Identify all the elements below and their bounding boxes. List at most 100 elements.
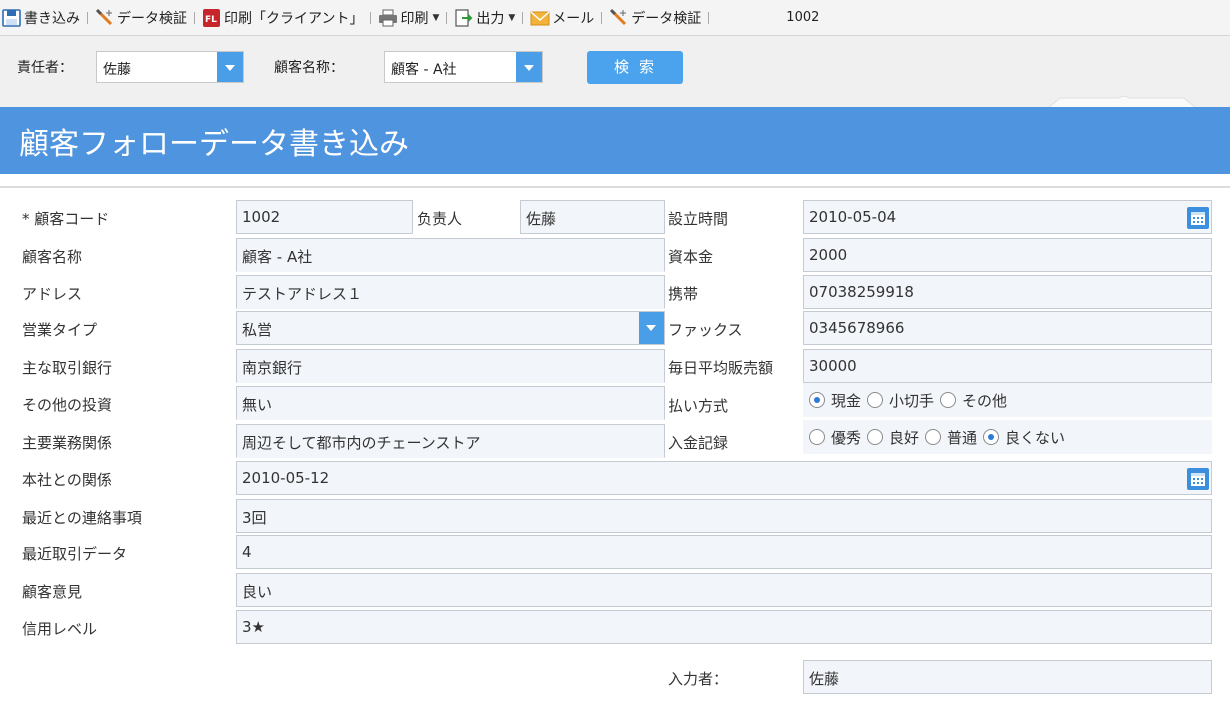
customer-name-field[interactable]: 顧客 - A社 [236, 238, 665, 272]
toolbar-print-button[interactable]: 印刷 ▼ [378, 0, 439, 36]
payment-label: 払い方式 [668, 397, 729, 415]
established-date-field[interactable]: 2010-05-04 [803, 200, 1212, 234]
payment-option-label: 現金 [831, 391, 862, 410]
established-value: 2010-05-04 [809, 208, 897, 226]
validate-icon [95, 8, 115, 28]
save-icon [2, 8, 22, 28]
business-type-select[interactable]: 私営 [236, 311, 665, 345]
toolbar-separator [522, 11, 524, 24]
credit-field[interactable]: 3★ [236, 610, 1212, 644]
customer-name-value: 顧客 - A社 [242, 248, 313, 266]
customer-code-field[interactable]: 1002 [236, 200, 413, 234]
deposit-radio-bad[interactable] [983, 429, 1000, 445]
payment-radio-check[interactable] [867, 392, 884, 408]
toolbar-validate-label: データ検証 [117, 10, 187, 27]
recent-trade-label: 最近取引データ [22, 545, 128, 563]
payment-option-label: 小切手 [889, 391, 935, 410]
toolbar-print-label: 印刷 [400, 10, 429, 27]
deposit-option-label: 優秀 [831, 428, 862, 447]
manager-select-value: 佐藤 [103, 62, 131, 78]
owner-value: 佐藤 [526, 210, 557, 228]
opinion-label: 顧客意見 [22, 583, 83, 601]
chevron-down-icon[interactable] [639, 312, 664, 344]
capital-label: 資本金 [668, 248, 714, 266]
deposit-radio-excellent[interactable] [809, 429, 825, 445]
customer-code-value: 1002 [242, 208, 281, 226]
mobile-label: 携帯 [668, 285, 699, 303]
mobile-field[interactable]: 07038259918 [803, 275, 1212, 309]
owner-field[interactable]: 佐藤 [520, 200, 665, 234]
manager-select[interactable]: 佐藤 [96, 51, 244, 83]
recent-contact-field[interactable]: 3回 [236, 499, 1212, 533]
other-invest-label: その他の投資 [22, 396, 113, 414]
chevron-down-icon[interactable] [217, 52, 243, 82]
chevron-down-icon: ▼ [508, 12, 516, 23]
credit-value: 3★ [242, 618, 265, 636]
hq-relation-value: 2010-05-12 [242, 469, 330, 487]
established-label: 設立時間 [668, 210, 729, 228]
toolbar-save-button[interactable]: 書き込み [2, 0, 80, 36]
address-field[interactable]: テストアドレス１ [236, 275, 665, 309]
payment-radio-cash[interactable] [809, 392, 825, 408]
deposit-radio-good[interactable] [867, 429, 884, 445]
toolbar-separator [87, 11, 88, 24]
record-number: 1002 [786, 10, 820, 25]
toolbar-validate-label-2: データ検証 [631, 10, 702, 27]
customer-name-search-label: 顧客名称： [274, 60, 344, 76]
svg-text:FL: FL [205, 15, 217, 25]
toolbar-export-label: 出力 [476, 10, 505, 27]
toolbar: 書き込み データ検証 FL 印刷「クライアント」 印刷 ▼ 出力 ▼ メール デ… [0, 0, 1230, 36]
capital-value: 2000 [809, 246, 848, 264]
other-invest-field[interactable]: 無い [236, 386, 665, 420]
fax-field[interactable]: 0345678966 [803, 311, 1212, 345]
opinion-field[interactable]: 良い [236, 573, 1212, 607]
other-invest-value: 無い [242, 396, 273, 414]
search-button[interactable]: 検索 [587, 51, 683, 84]
main-business-label: 主要業務関係 [22, 434, 113, 452]
entered-by-value: 佐藤 [809, 670, 840, 688]
printer-icon [378, 8, 398, 28]
toolbar-validate-button[interactable]: データ検証 [95, 0, 187, 36]
payment-radio-other[interactable] [940, 392, 957, 408]
toolbar-validate-button-2[interactable]: データ検証 [609, 0, 701, 36]
daily-sales-field[interactable]: 30000 [803, 349, 1212, 383]
chevron-down-icon[interactable] [516, 52, 542, 82]
toolbar-pdf-print-button[interactable]: FL 印刷「クライアント」 [202, 0, 363, 36]
business-type-label: 営業タイプ [22, 321, 98, 339]
hq-relation-label: 本社との関係 [22, 471, 112, 489]
toolbar-separator [194, 11, 195, 24]
customer-select-value: 顧客 - A社 [391, 62, 457, 78]
deposit-radio-group: 優秀 良好 普通 良くない [803, 420, 1212, 454]
fax-label: ファックス [668, 321, 743, 339]
mobile-value: 07038259918 [809, 283, 914, 301]
calendar-icon[interactable] [1187, 207, 1209, 229]
toolbar-save-label: 書き込み [24, 10, 80, 27]
bank-value: 南京銀行 [242, 359, 303, 377]
toolbar-mail-button[interactable]: メール [530, 0, 594, 36]
bank-label: 主な取引銀行 [22, 359, 113, 377]
payment-option-label: その他 [962, 391, 1008, 410]
bank-field[interactable]: 南京銀行 [236, 349, 665, 383]
entered-by-field[interactable]: 佐藤 [803, 660, 1212, 694]
toolbar-mail-label: メール [552, 10, 595, 27]
recent-contact-label: 最近との連絡事項 [22, 509, 142, 527]
toolbar-separator [370, 11, 372, 24]
customer-code-label: * 顧客コード [22, 210, 110, 228]
deposit-option-label: 普通 [947, 428, 978, 447]
deposit-radio-normal[interactable] [925, 429, 942, 445]
toolbar-export-button[interactable]: 出力 ▼ [454, 0, 515, 36]
calendar-icon[interactable] [1187, 468, 1209, 490]
fax-value: 0345678966 [809, 319, 905, 337]
customer-select[interactable]: 顧客 - A社 [384, 51, 543, 83]
recent-trade-field[interactable]: 4 [236, 535, 1212, 569]
toolbar-pdf-print-label: 印刷「クライアント」 [224, 10, 364, 27]
main-business-value: 周辺そして都市内のチェーンストア [242, 434, 481, 452]
main-business-field[interactable]: 周辺そして都市内のチェーンストア [236, 424, 665, 458]
daily-sales-label: 毎日平均販売額 [668, 359, 774, 377]
daily-sales-value: 30000 [809, 357, 857, 375]
hq-relation-date-field[interactable]: 2010-05-12 [236, 461, 1212, 495]
export-icon [454, 8, 474, 28]
deposit-option-label: 良くない [1005, 428, 1066, 447]
capital-field[interactable]: 2000 [803, 238, 1212, 272]
toolbar-separator [601, 11, 603, 24]
